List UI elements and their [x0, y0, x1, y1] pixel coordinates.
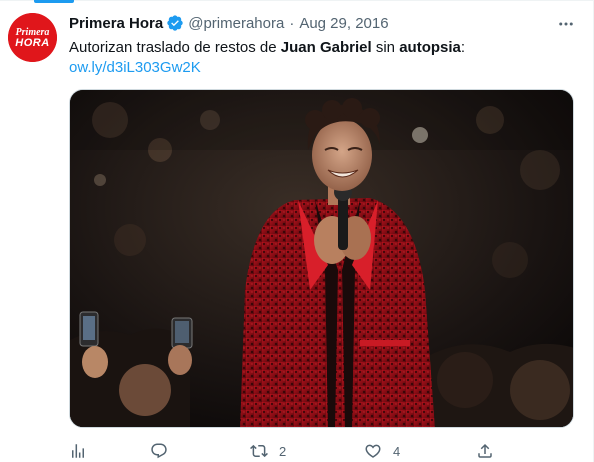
retweet-count: 2 [279, 443, 287, 459]
tweet-text-part: sin [371, 39, 400, 56]
analytics-button[interactable] [69, 441, 87, 461]
share-icon [476, 442, 494, 460]
tweet-text-part: Autorizan traslado de restos de [69, 39, 281, 56]
svg-text:HORA: HORA [15, 37, 49, 49]
reply-button[interactable] [150, 441, 168, 461]
like-button[interactable]: 4 [364, 441, 400, 461]
heart-icon [364, 442, 382, 460]
reply-icon [150, 442, 168, 460]
tweet-text-part: : [460, 39, 466, 56]
tweet-text-bold: Juan Gabriel [280, 39, 372, 56]
tweet-link[interactable]: ow.ly/d3iL303Gw2K [69, 59, 201, 76]
tweet-media[interactable] [69, 89, 574, 428]
retweet-icon [250, 442, 268, 460]
more-options-icon[interactable] [556, 14, 576, 34]
tweet-text-bold: autopsia [399, 39, 461, 56]
display-name[interactable]: Primera Hora [69, 15, 163, 32]
user-handle[interactable]: @primerahora [188, 15, 284, 32]
verified-badge-icon [166, 14, 184, 32]
tweet-text: Autorizan traslado de restos de Juan Gab… [69, 38, 574, 78]
share-button[interactable] [476, 441, 494, 461]
tweet-actions: 2 4 [69, 441, 574, 461]
concert-photo-icon [70, 90, 573, 427]
tweet-card[interactable]: Primera HORA Primera Hora @primerahora ·… [0, 0, 594, 462]
separator-dot: · [289, 14, 295, 32]
tweet-date[interactable]: Aug 29, 2016 [299, 15, 388, 32]
primera-hora-logo-icon: Primera HORA [8, 13, 57, 62]
tweet-header: Primera Hora @primerahora · Aug 29, 2016 [69, 13, 389, 33]
avatar[interactable]: Primera HORA [8, 13, 57, 62]
retweet-button[interactable]: 2 [250, 441, 286, 461]
analytics-icon [69, 442, 87, 460]
like-count: 4 [393, 443, 401, 459]
